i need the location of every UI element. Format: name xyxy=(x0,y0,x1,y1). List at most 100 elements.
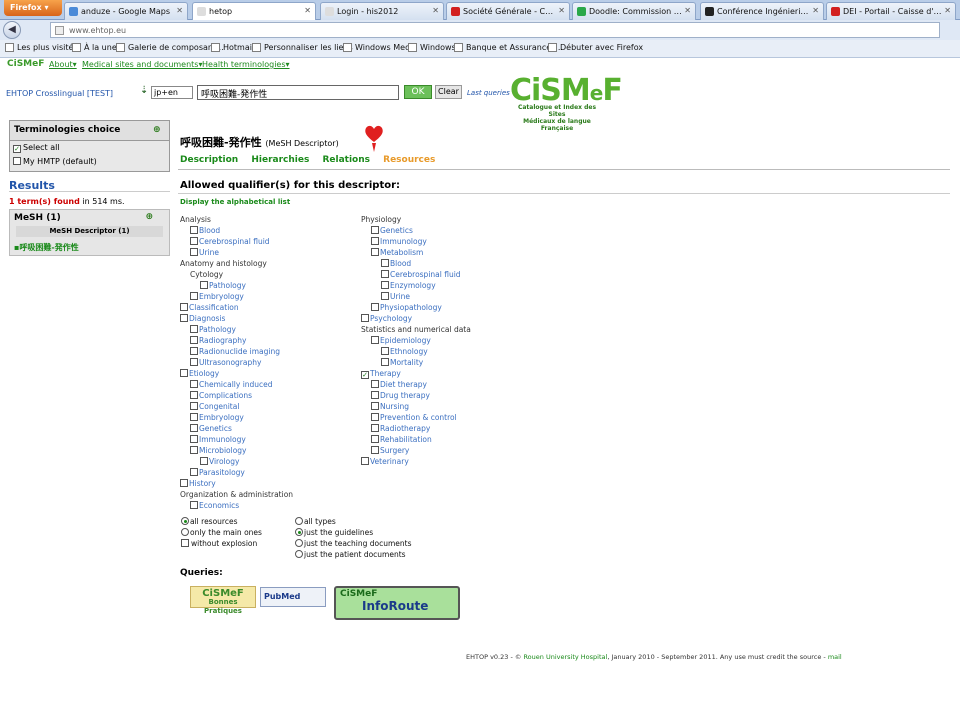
select-all-row[interactable]: ✓ Select all xyxy=(10,141,169,155)
qualifier-item[interactable]: Physiopathology xyxy=(371,303,442,312)
browser-tab[interactable]: anduze - Google Maps ✕ xyxy=(64,2,188,20)
bookmark-item[interactable]: Galerie de composant... xyxy=(116,43,224,52)
tab-close-icon[interactable]: ✕ xyxy=(812,6,819,15)
qualifier-checkbox[interactable] xyxy=(371,303,379,311)
type-radio[interactable] xyxy=(295,528,303,536)
qualifier-checkbox[interactable] xyxy=(371,435,379,443)
qualifier-checkbox[interactable] xyxy=(381,347,389,355)
bookmark-item[interactable]: Personnaliser les liens xyxy=(252,43,353,52)
qualifier-item[interactable]: Ethnology xyxy=(381,347,428,356)
qualifier-item[interactable]: Ultrasonography xyxy=(190,358,261,367)
scope-option[interactable]: without explosion xyxy=(181,539,257,548)
qualifier-checkbox[interactable] xyxy=(200,457,208,465)
cismef-bonnes-pratiques-logo[interactable]: CiSMeF Bonnes Pratiques xyxy=(190,586,256,615)
tab-description[interactable]: Description xyxy=(180,155,238,165)
browser-tab[interactable]: hetop ✕ xyxy=(192,2,316,20)
qualifier-item[interactable]: Epidemiology xyxy=(371,336,431,345)
bookmark-item[interactable]: Les plus visités xyxy=(5,43,78,52)
browser-tab[interactable]: Doodle: Commission techno ✕ xyxy=(572,2,696,20)
qualifier-checkbox[interactable] xyxy=(371,391,379,399)
bookmark-item[interactable]: Banque et Assurances... xyxy=(454,43,563,52)
bookmark-item[interactable]: Windows xyxy=(408,43,456,52)
qualifier-item[interactable]: Radiotherapy xyxy=(371,424,430,433)
qualifier-item[interactable]: Prevention & control xyxy=(371,413,457,422)
bookmark-item[interactable]: Windows Media xyxy=(343,43,417,52)
qualifier-checkbox[interactable] xyxy=(371,248,379,256)
qualifier-item[interactable]: Congenital xyxy=(190,402,239,411)
cismef-brand-small[interactable]: CiSMeF xyxy=(7,59,44,69)
qualifier-item[interactable]: Surgery xyxy=(371,446,409,455)
type-radio[interactable] xyxy=(295,517,303,525)
qualifier-checkbox[interactable] xyxy=(190,435,198,443)
browser-tab[interactable]: Conférence Ingénierie des C...✕ xyxy=(700,2,824,20)
scope-option[interactable]: only the main ones xyxy=(181,528,262,537)
tab-relations[interactable]: Relations xyxy=(322,155,370,165)
qualifier-checkbox[interactable] xyxy=(190,380,198,388)
tab-close-icon[interactable]: ✕ xyxy=(432,6,439,15)
qualifier-checkbox[interactable] xyxy=(190,424,198,432)
qualifier-item[interactable]: Genetics xyxy=(371,226,413,235)
qualifier-checkbox[interactable] xyxy=(381,358,389,366)
qualifier-item[interactable]: Urine xyxy=(381,292,410,301)
qualifier-item[interactable]: Enzymology xyxy=(381,281,436,290)
menu-medical-sites[interactable]: Medical sites and documents▾ xyxy=(82,60,203,69)
qualifier-item[interactable]: Economics xyxy=(190,501,239,510)
menu-health-terminologies[interactable]: Health terminologies▾ xyxy=(202,60,290,69)
mesh-term-link[interactable]: ▪呼吸困難-発作性 xyxy=(10,237,169,258)
select-all-checkbox[interactable]: ✓ xyxy=(13,145,21,153)
qualifier-item[interactable]: Diagnosis xyxy=(180,314,225,323)
type-radio[interactable] xyxy=(295,539,303,547)
qualifier-checkbox[interactable] xyxy=(371,413,379,421)
ok-button[interactable]: OK xyxy=(404,85,432,99)
scope-option[interactable]: all resources xyxy=(181,517,238,526)
tab-close-icon[interactable]: ✕ xyxy=(944,6,951,15)
qualifier-item[interactable]: Blood xyxy=(381,259,411,268)
browser-tab[interactable]: Login - his2012 ✕ xyxy=(320,2,444,20)
tab-close-icon[interactable]: ✕ xyxy=(176,6,183,15)
clear-button[interactable]: Clear xyxy=(435,85,462,99)
type-option[interactable]: just the teaching documents xyxy=(295,539,412,548)
qualifier-item[interactable]: Classification xyxy=(180,303,239,312)
qualifier-item[interactable]: Immunology xyxy=(371,237,427,246)
qualifier-checkbox[interactable] xyxy=(190,468,198,476)
qualifier-checkbox[interactable] xyxy=(371,424,379,432)
browser-tab[interactable]: Société Générale - Comptes ...✕ xyxy=(446,2,570,20)
qualifier-checkbox[interactable] xyxy=(381,259,389,267)
qualifier-checkbox[interactable] xyxy=(381,292,389,300)
tab-hierarchies[interactable]: Hierarchies xyxy=(251,155,309,165)
type-option[interactable]: all types xyxy=(295,517,336,526)
tab-close-icon[interactable]: ✕ xyxy=(558,6,565,15)
qualifier-item[interactable]: Etiology xyxy=(180,369,219,378)
language-select[interactable]: jp+en xyxy=(151,86,193,99)
qualifier-checkbox[interactable] xyxy=(180,314,188,322)
qualifier-checkbox[interactable] xyxy=(190,413,198,421)
heart-bookmark-icon[interactable] xyxy=(364,124,384,154)
qualifier-item[interactable]: Psychology xyxy=(361,314,412,323)
mesh-add-icon[interactable]: ⊕ xyxy=(145,212,153,222)
qualifier-checkbox[interactable] xyxy=(371,226,379,234)
search-input[interactable]: 呼吸困難-発作性 xyxy=(197,85,399,100)
type-radio[interactable] xyxy=(295,550,303,558)
qualifier-checkbox[interactable] xyxy=(180,479,188,487)
type-option[interactable]: just the patient documents xyxy=(295,550,406,559)
qualifier-item[interactable]: Cerebrospinal fluid xyxy=(190,237,270,246)
qualifier-checkbox[interactable]: ✓ xyxy=(361,371,369,379)
qualifier-item[interactable]: Genetics xyxy=(190,424,232,433)
qualifier-checkbox[interactable] xyxy=(190,292,198,300)
tab-close-icon[interactable]: ✕ xyxy=(684,6,691,15)
qualifier-item[interactable]: Veterinary xyxy=(361,457,409,466)
qualifier-item[interactable]: Mortality xyxy=(381,358,423,367)
menu-about[interactable]: About▾ xyxy=(49,60,77,69)
qualifier-item[interactable]: Pathology xyxy=(200,281,246,290)
footer-org-link[interactable]: Rouen University Hospital xyxy=(523,653,607,661)
my-hmtp-row[interactable]: My HMTP (default) xyxy=(10,155,169,169)
qualifier-item[interactable]: ✓ Therapy xyxy=(361,369,401,379)
qualifier-checkbox[interactable] xyxy=(190,402,198,410)
qualifier-item[interactable]: Complications xyxy=(190,391,252,400)
qualifier-checkbox[interactable] xyxy=(180,303,188,311)
type-option[interactable]: just the guidelines xyxy=(295,528,373,537)
browser-tab[interactable]: DEI - Portail - Caisse d'Eparg... ✕ xyxy=(826,2,956,20)
qualifier-checkbox[interactable] xyxy=(180,369,188,377)
qualifier-checkbox[interactable] xyxy=(190,237,198,245)
qualifier-checkbox[interactable] xyxy=(361,314,369,322)
